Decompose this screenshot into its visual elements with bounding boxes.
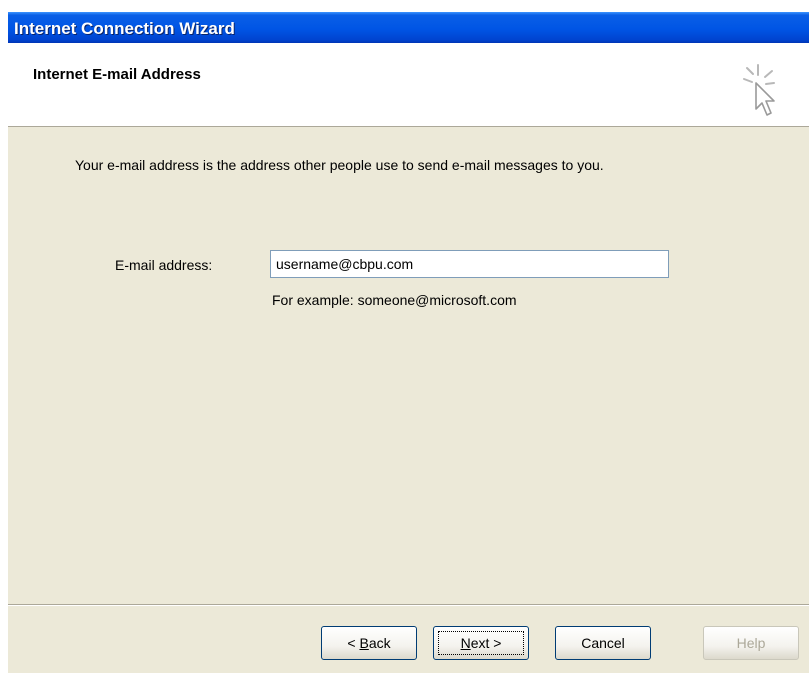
back-button-prefix: <	[347, 635, 360, 651]
wizard-cursor-icon	[743, 64, 775, 116]
back-button[interactable]: < Back	[321, 626, 417, 660]
background-strip	[0, 0, 809, 12]
back-button-label: ack	[368, 635, 391, 651]
footer-divider	[8, 604, 809, 606]
email-example-text: For example: someone@microsoft.com	[272, 292, 517, 308]
email-address-label: E-mail address:	[115, 257, 212, 273]
email-label-mnemonic: E	[115, 257, 125, 273]
wizard-window: Internet Connection Wizard Internet E-ma…	[8, 12, 809, 673]
next-button-focus-ring	[438, 631, 524, 655]
back-button-mnemonic: B	[359, 635, 369, 651]
email-address-input[interactable]	[270, 250, 669, 278]
help-button[interactable]: Help	[703, 626, 799, 660]
email-label-text: -mail address:	[124, 257, 213, 273]
wizard-header: Internet E-mail Address	[8, 43, 809, 127]
window-title: Internet Connection Wizard	[14, 19, 235, 38]
next-button[interactable]: Next >	[433, 626, 529, 660]
page-title: Internet E-mail Address	[33, 66, 201, 83]
intro-text: Your e-mail address is the address other…	[75, 157, 604, 173]
cancel-button[interactable]: Cancel	[555, 626, 651, 660]
title-bar[interactable]: Internet Connection Wizard	[8, 12, 809, 43]
